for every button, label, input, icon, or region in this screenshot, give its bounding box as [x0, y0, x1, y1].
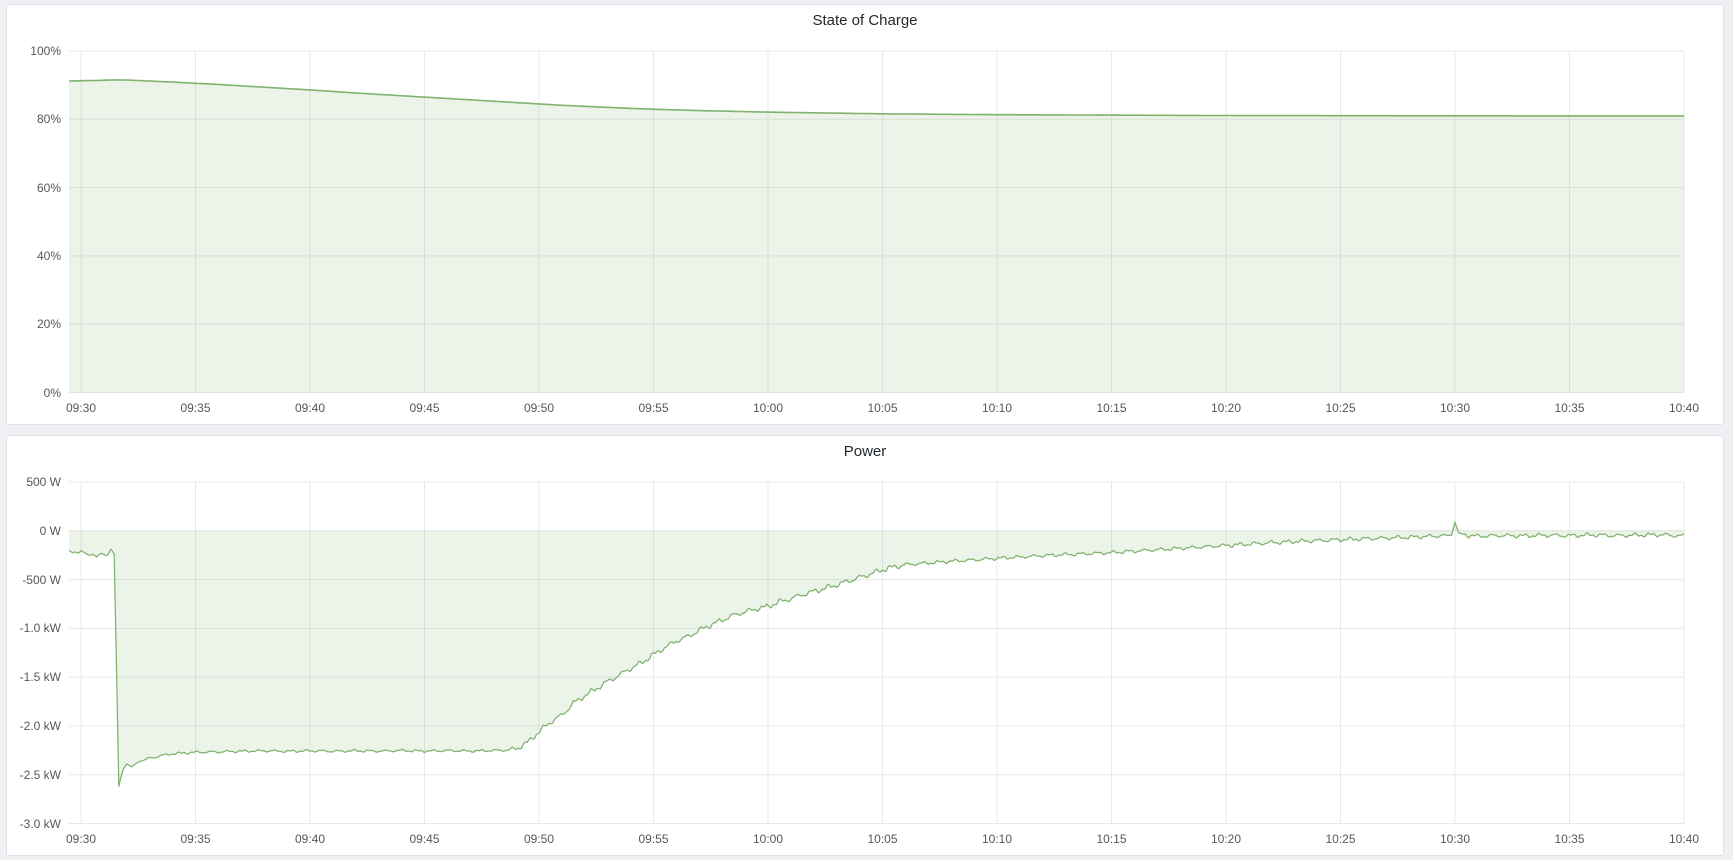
soc-panel: State of Charge 100%80%60%40%20%0%09:300…	[6, 4, 1724, 425]
series-area	[69, 522, 1684, 786]
power-panel: Power 500 W0 W-500 W-1.0 kW-1.5 kW-2.0 k…	[6, 435, 1724, 856]
power-chart[interactable]	[7, 436, 1723, 855]
power-plot-area: 500 W0 W-500 W-1.0 kW-1.5 kW-2.0 kW-2.5 …	[7, 436, 1723, 855]
series-area	[69, 80, 1684, 393]
soc-chart[interactable]	[7, 5, 1723, 424]
soc-plot-area: 100%80%60%40%20%0%09:3009:3509:4009:4509…	[7, 5, 1723, 424]
